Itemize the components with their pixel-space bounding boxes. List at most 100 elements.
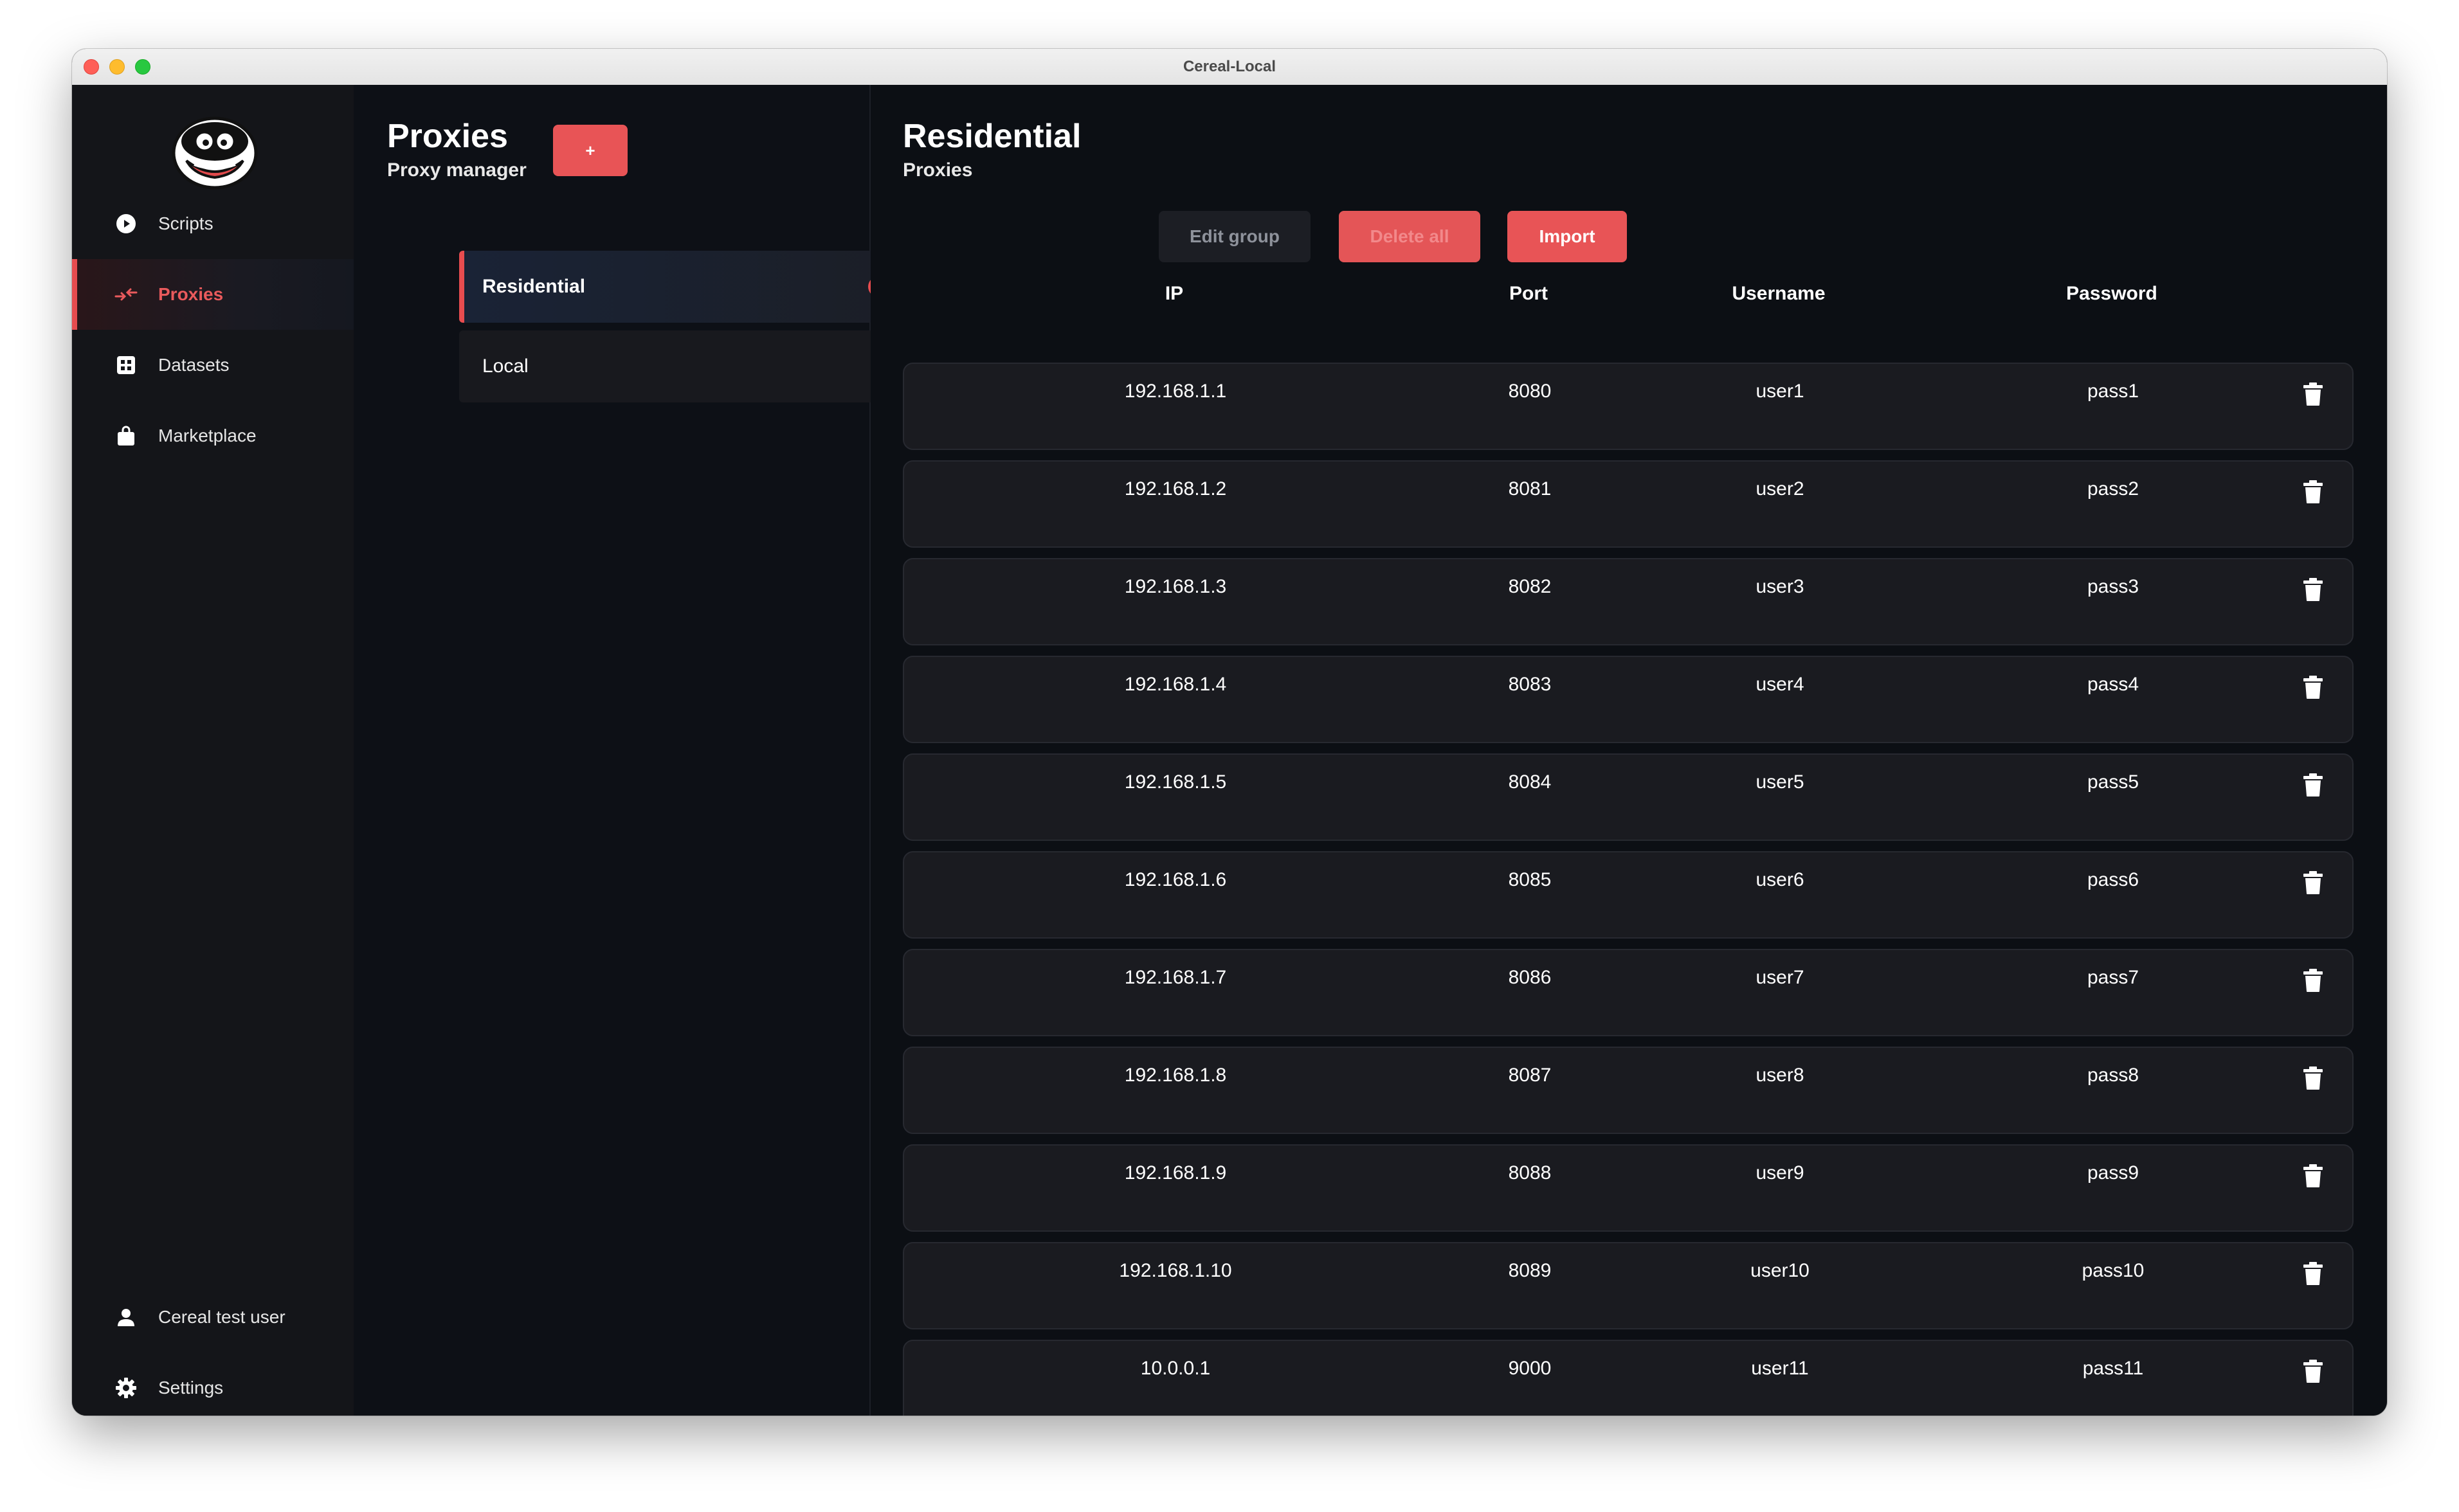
delete-row-icon[interactable] [2302, 382, 2324, 406]
cell-port: 9000 [1508, 1358, 1552, 1379]
cell-username: user2 [1756, 478, 1804, 500]
cell-port: 8082 [1508, 576, 1552, 597]
cell-password: pass4 [2087, 674, 2139, 695]
sidebar: Scripts Proxies Datasets Marketplace Cer… [72, 85, 354, 1416]
delete-row-icon[interactable] [2302, 1066, 2324, 1090]
app-window: Cereal-Local Scripts Proxies Datasets Ma… [72, 49, 2387, 1416]
edit-group-button[interactable]: Edit group [1159, 211, 1311, 262]
cell-port: 8084 [1508, 771, 1552, 793]
cell-ip: 192.168.1.3 [1124, 576, 1227, 597]
cell-password: pass6 [2087, 869, 2139, 890]
import-button[interactable]: Import [1507, 211, 1627, 262]
title-bar: Cereal-Local [72, 49, 2387, 86]
table-row: 192.168.1.6 8085 user6 pass6 [903, 851, 2354, 939]
delete-row-icon[interactable] [2302, 1261, 2324, 1286]
cell-ip: 192.168.1.4 [1124, 674, 1227, 695]
cell-password: pass3 [2087, 576, 2139, 597]
table-row: 192.168.1.5 8084 user5 pass5 [903, 753, 2354, 841]
cell-username: user6 [1756, 869, 1804, 890]
cell-username: user8 [1756, 1065, 1804, 1086]
groups-panel-title: Proxies [387, 118, 508, 155]
table-row: 192.168.1.10 8089 user10 pass10 [903, 1242, 2354, 1329]
table-row: 192.168.1.9 8088 user9 pass9 [903, 1144, 2354, 1232]
cell-port: 8087 [1508, 1065, 1552, 1086]
page-title: Residential [903, 118, 1082, 155]
sidebar-item-label: Proxies [158, 284, 224, 304]
group-item-local[interactable]: Local 0 [459, 330, 909, 402]
gear-icon [114, 1376, 138, 1400]
delete-row-icon[interactable] [2302, 773, 2324, 797]
column-header-password: Password [2066, 283, 2157, 304]
cell-ip: 192.168.1.9 [1124, 1162, 1227, 1184]
cell-ip: 10.0.0.1 [1140, 1358, 1211, 1379]
delete-row-icon[interactable] [2302, 1164, 2324, 1188]
cell-ip: 192.168.1.8 [1124, 1065, 1227, 1086]
delete-row-icon[interactable] [2302, 870, 2324, 895]
delete-row-icon[interactable] [2302, 480, 2324, 504]
table-row: 10.0.0.1 9000 user11 pass11 [903, 1340, 2354, 1416]
sidebar-item-label: Marketplace [158, 426, 257, 446]
sidebar-item-proxies[interactable]: Proxies [72, 259, 354, 330]
play-circle-icon [114, 212, 138, 235]
cell-password: pass7 [2087, 967, 2139, 988]
column-header-ip: IP [1165, 283, 1184, 304]
table-row: 192.168.1.1 8080 user1 pass1 [903, 363, 2354, 450]
table-row: 192.168.1.8 8087 user8 pass8 [903, 1047, 2354, 1134]
delete-row-icon[interactable] [2302, 577, 2324, 602]
delete-all-button[interactable]: Delete all [1339, 211, 1480, 262]
group-item-residential[interactable]: Residential 50 [459, 251, 909, 323]
delete-row-icon[interactable] [2302, 675, 2324, 699]
add-group-button[interactable]: + [553, 125, 628, 176]
sidebar-item-settings[interactable]: Settings [72, 1353, 354, 1416]
cell-port: 8083 [1508, 674, 1552, 695]
cell-password: pass5 [2087, 771, 2139, 793]
swap-arrows-icon [114, 283, 138, 306]
cell-port: 8081 [1508, 478, 1552, 500]
cell-username: user1 [1756, 381, 1804, 402]
cell-password: pass8 [2087, 1065, 2139, 1086]
cell-port: 8085 [1508, 869, 1552, 890]
cell-ip: 192.168.1.5 [1124, 771, 1227, 793]
table-row: 192.168.1.3 8082 user3 pass3 [903, 558, 2354, 645]
user-profile[interactable]: Cereal test user [72, 1282, 354, 1353]
table-row: 192.168.1.2 8081 user2 pass2 [903, 460, 2354, 548]
sidebar-item-label: Settings [158, 1378, 224, 1398]
delete-row-icon[interactable] [2302, 968, 2324, 993]
sidebar-item-label: Scripts [158, 213, 213, 233]
sidebar-item-marketplace[interactable]: Marketplace [72, 401, 354, 471]
cell-password: pass2 [2087, 478, 2139, 500]
table-header: IP Port Username Password [903, 264, 2354, 328]
app-logo [172, 116, 258, 190]
table-row: 192.168.1.7 8086 user7 pass7 [903, 949, 2354, 1036]
cell-username: user10 [1750, 1260, 1810, 1281]
shopping-bag-icon [114, 424, 138, 447]
cell-password: pass10 [2082, 1260, 2145, 1281]
cell-ip: 192.168.1.10 [1119, 1260, 1232, 1281]
cell-username: user9 [1756, 1162, 1804, 1184]
groups-panel-subtitle: Proxy manager [387, 159, 527, 181]
cell-username: user7 [1756, 967, 1804, 988]
sidebar-item-datasets[interactable]: Datasets [72, 330, 354, 401]
cell-username: user5 [1756, 771, 1804, 793]
cell-ip: 192.168.1.7 [1124, 967, 1227, 988]
cell-username: user4 [1756, 674, 1804, 695]
cell-ip: 192.168.1.1 [1124, 381, 1227, 402]
cell-port: 8089 [1508, 1260, 1552, 1281]
user-name: Cereal test user [158, 1307, 286, 1327]
cell-username: user11 [1751, 1358, 1809, 1379]
cell-port: 8086 [1508, 967, 1552, 988]
page-subtitle: Proxies [903, 159, 973, 181]
cell-ip: 192.168.1.2 [1124, 478, 1227, 500]
column-header-username: Username [1732, 283, 1826, 304]
cell-username: user3 [1756, 576, 1804, 597]
cell-password: pass11 [2082, 1358, 2144, 1379]
table-row: 192.168.1.4 8083 user4 pass4 [903, 656, 2354, 743]
sidebar-item-scripts[interactable]: Scripts [72, 188, 354, 259]
user-icon [114, 1306, 138, 1329]
window-title: Cereal-Local [1183, 58, 1276, 75]
cell-password: pass9 [2087, 1162, 2139, 1184]
cell-port: 8088 [1508, 1162, 1552, 1184]
delete-row-icon[interactable] [2302, 1359, 2324, 1383]
cell-ip: 192.168.1.6 [1124, 869, 1227, 890]
grid-icon [114, 354, 138, 377]
